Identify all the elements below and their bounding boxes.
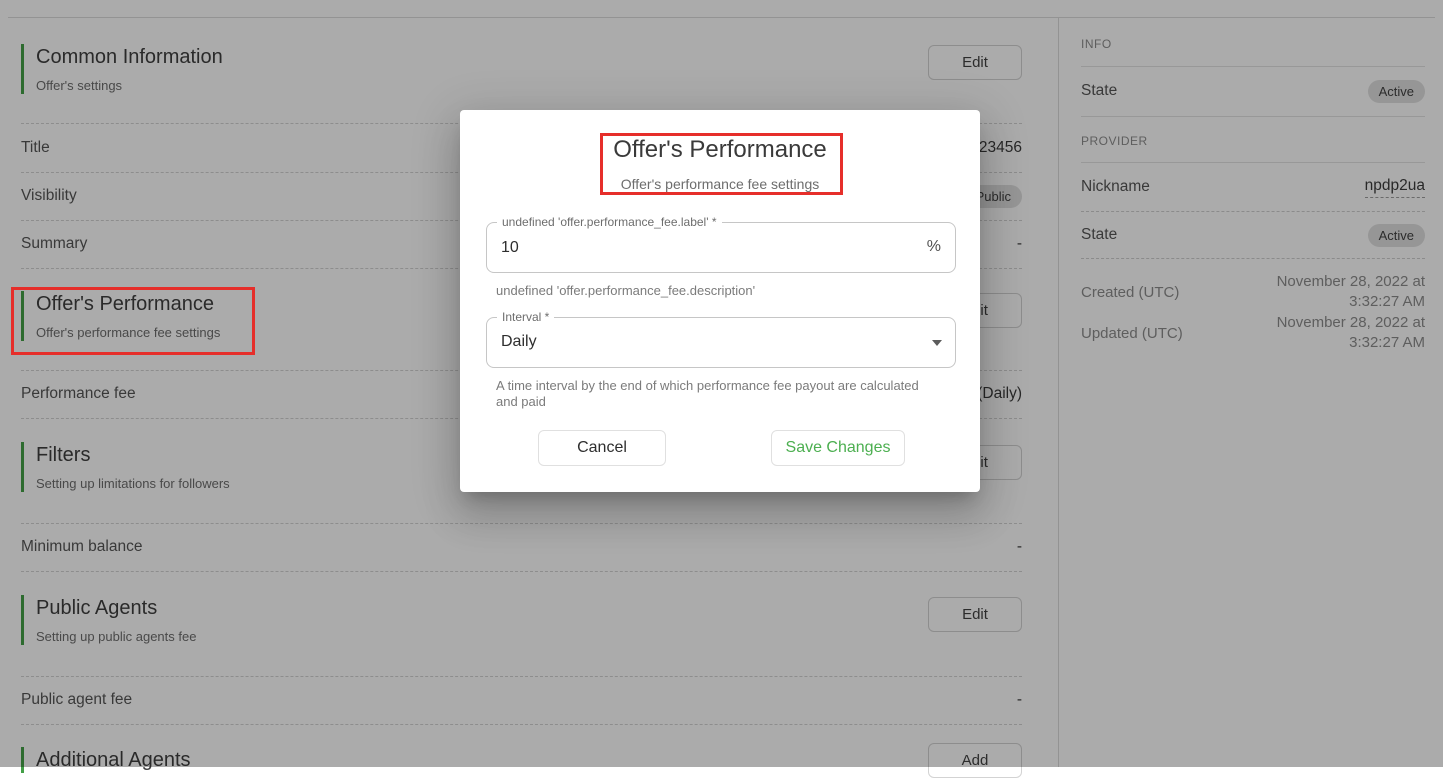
performance-fee-helper: undefined 'offer.performance_fee.descrip… xyxy=(496,283,755,299)
cancel-button[interactable]: Cancel xyxy=(538,430,666,466)
percent-suffix: % xyxy=(927,238,941,256)
chevron-down-icon xyxy=(932,340,942,346)
performance-fee-input[interactable] xyxy=(501,223,901,272)
annotation-box-dialog-title xyxy=(600,133,843,195)
interval-value: Daily xyxy=(501,333,537,351)
interval-select[interactable]: Interval * Daily xyxy=(486,317,956,368)
interval-label: Interval * xyxy=(497,310,554,324)
save-changes-button[interactable]: Save Changes xyxy=(771,430,905,466)
annotation-box-offers-performance-section xyxy=(11,287,255,355)
performance-fee-field: undefined 'offer.performance_fee.label' … xyxy=(486,222,956,273)
interval-helper: A time interval by the end of which perf… xyxy=(496,378,932,410)
